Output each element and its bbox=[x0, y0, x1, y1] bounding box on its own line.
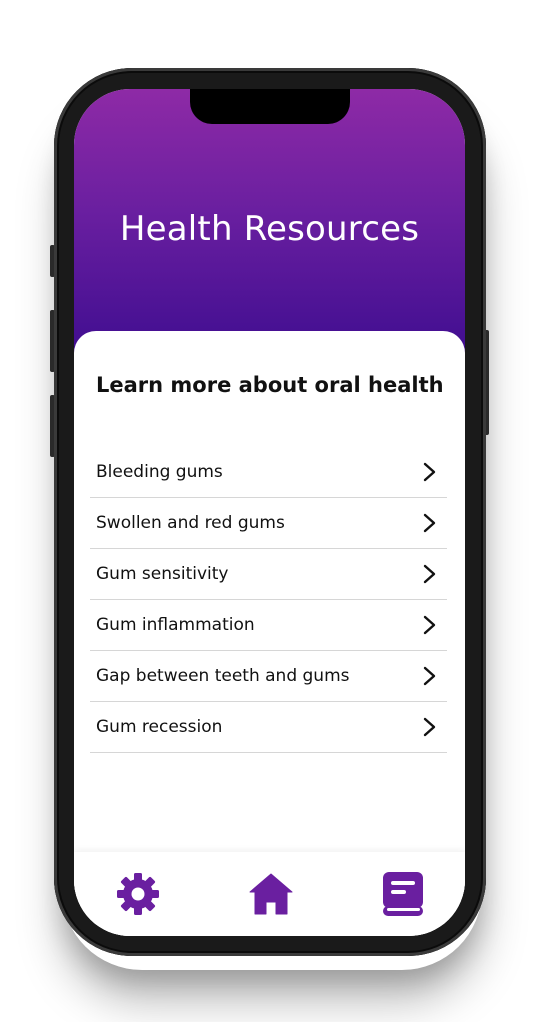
section-title: Learn more about oral health bbox=[96, 373, 444, 397]
device-mockup: Health Resources Learn more about oral h… bbox=[0, 0, 539, 1022]
chevron-right-icon bbox=[423, 717, 436, 737]
list-item-label: Gum inflammation bbox=[96, 615, 255, 635]
chevron-right-icon bbox=[423, 666, 436, 686]
page-title: Health Resources bbox=[119, 209, 420, 249]
chevron-right-icon bbox=[423, 513, 436, 533]
tab-home[interactable] bbox=[247, 870, 295, 918]
header: Health Resources bbox=[74, 89, 465, 359]
bottom-tab-bar bbox=[74, 852, 465, 936]
chevron-right-icon bbox=[423, 462, 436, 482]
tab-settings[interactable] bbox=[114, 870, 162, 918]
list-item-swollen-red-gums[interactable]: Swollen and red gums bbox=[90, 498, 447, 549]
home-icon bbox=[249, 873, 293, 915]
list-item-label: Swollen and red gums bbox=[96, 513, 285, 533]
list-item-gum-sensitivity[interactable]: Gum sensitivity bbox=[90, 549, 447, 600]
resource-list: Bleeding gums Swollen and red gums Gum s… bbox=[90, 447, 447, 753]
chevron-right-icon bbox=[423, 564, 436, 584]
list-item-label: Bleeding gums bbox=[96, 462, 223, 482]
gear-icon bbox=[117, 873, 159, 915]
chevron-right-icon bbox=[423, 615, 436, 635]
list-item-label: Gum recession bbox=[96, 717, 223, 737]
tab-resources[interactable] bbox=[379, 870, 427, 918]
list-item-bleeding-gums[interactable]: Bleeding gums bbox=[90, 447, 447, 498]
book-icon bbox=[383, 872, 423, 916]
list-item-label: Gap between teeth and gums bbox=[96, 666, 350, 686]
list-item-gap-teeth-gums[interactable]: Gap between teeth and gums bbox=[90, 651, 447, 702]
app-screen: Health Resources Learn more about oral h… bbox=[74, 89, 465, 936]
notch bbox=[190, 89, 350, 124]
list-item-gum-inflammation[interactable]: Gum inflammation bbox=[90, 600, 447, 651]
list-item-gum-recession[interactable]: Gum recession bbox=[90, 702, 447, 753]
content-card: Learn more about oral health Bleeding gu… bbox=[74, 331, 465, 936]
list-item-label: Gum sensitivity bbox=[96, 564, 229, 584]
